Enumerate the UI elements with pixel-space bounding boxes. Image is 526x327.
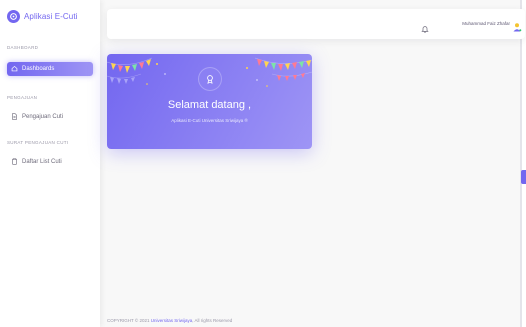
section-label-dashboard: DASHBOARD — [7, 45, 39, 50]
avatar-icon[interactable] — [512, 19, 522, 32]
sidebar-item-label: Daftar List Cuti — [22, 159, 62, 165]
brand[interactable]: Aplikasi E-Cuti — [7, 10, 78, 23]
app-name: Aplikasi E-Cuti — [24, 12, 78, 21]
logo-icon — [7, 10, 20, 23]
user-name[interactable]: Muhammad Faiz Zhafar — [462, 21, 510, 26]
footer-suffix: , All rights Reserved — [192, 318, 233, 323]
bell-icon[interactable] — [421, 20, 429, 33]
sidebar-item-label: Pengajuan Cuti — [22, 114, 64, 120]
topbar: Muhammad Faiz Zhafar — [107, 9, 525, 39]
welcome-card: Selamat datang , Aplikasi E-Cuti Univers… — [107, 54, 312, 149]
clipboard-icon — [11, 157, 18, 167]
sidebar-item-dashboards[interactable]: Dashboards — [7, 62, 93, 76]
footer: COPYRIGHT © 2021 Universitas Sriwijaya, … — [107, 318, 232, 323]
sidebar-item-daftar-list-cuti[interactable]: Daftar List Cuti — [7, 155, 93, 169]
section-label-surat: SURAT PENGAJUAN CUTI — [7, 140, 69, 145]
customizer-toggle[interactable] — [521, 170, 526, 184]
sidebar: Aplikasi E-Cuti DASHBOARD Dashboards PEN… — [0, 0, 100, 327]
footer-link[interactable]: Universitas Sriwijaya — [151, 318, 193, 323]
footer-copyright: COPYRIGHT © 2021 — [107, 318, 151, 323]
sidebar-item-pengajuan-cuti[interactable]: Pengajuan Cuti — [7, 110, 93, 124]
file-icon — [11, 112, 18, 122]
welcome-title: Selamat datang , — [167, 99, 252, 111]
sidebar-item-label: Dashboards — [22, 66, 55, 72]
welcome-subtitle: Aplikasi E-Cuti Universitas Sriwijaya ® — [171, 118, 248, 123]
award-icon — [198, 67, 222, 91]
home-icon — [11, 65, 18, 74]
section-label-pengajuan: PENGAJUAN — [7, 95, 38, 100]
